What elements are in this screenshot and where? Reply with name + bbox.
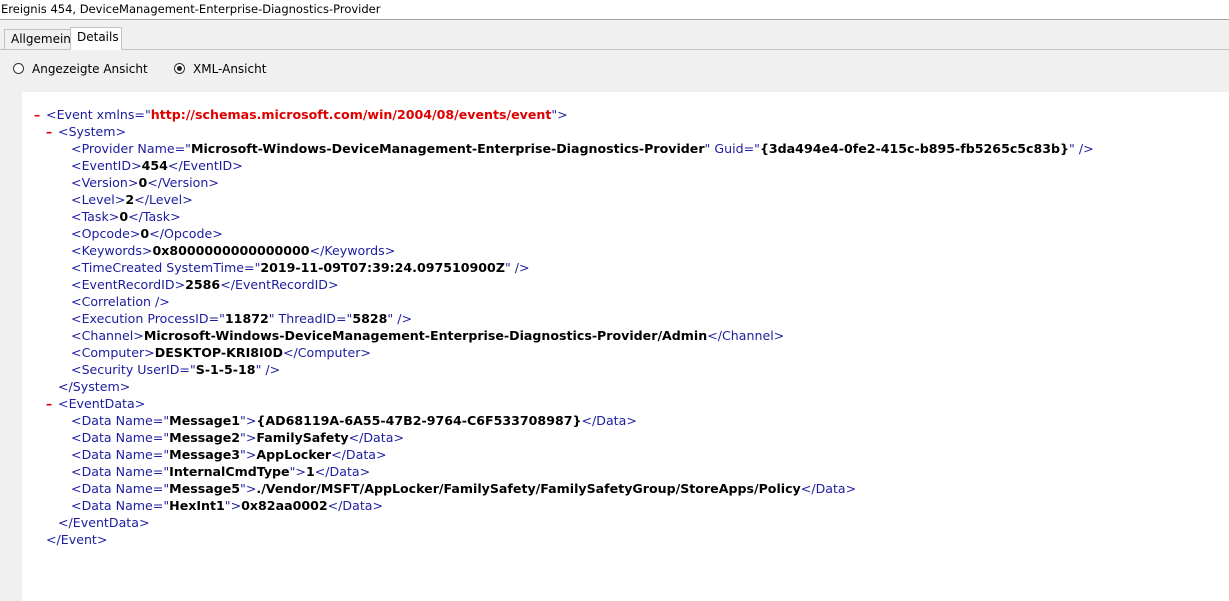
xml-eventdata-open[interactable]: – <EventData> [32,395,1222,412]
xml-data-item: <Data Name="Message1">{AD68119A-6A55-47B… [71,413,637,428]
tab-allgemein[interactable]: Allgemein [4,29,71,50]
tab-details[interactable]: Details [70,27,122,50]
data-value: FamilySafety [256,430,349,445]
radio-unselected-icon[interactable] [13,63,24,74]
xml-correlation: <Correlation /> [71,294,170,309]
provider-guid-value: {3da494e4-0fe2-415c-b895-fb5265c5c83b} [759,141,1070,156]
xml-data-item: <Data Name="Message2">FamilySafety</Data… [71,430,404,445]
data-name-value: HexInt1 [169,498,225,513]
xml-eventdata-close: </EventData> [58,515,150,530]
xml-version: <Version>0</Version> [71,175,219,190]
event-record-id-value: 2586 [185,277,221,292]
data-value: AppLocker [256,447,332,462]
version-value: 0 [138,175,148,190]
system-time-value: 2019-11-09T07:39:24.097510900Z [260,260,505,275]
xml-data-item: <Data Name="HexInt1">0x82aa0002</Data> [71,498,384,513]
level-value: 2 [125,192,135,207]
channel-value: Microsoft-Windows-DeviceManagement-Enter… [143,328,708,343]
collapse-icon[interactable]: – [44,395,54,412]
xml-tree: – <Event xmlns="http://schemas.microsoft.… [32,106,1222,548]
xml-eventid: <EventID>454</EventID> [71,158,243,173]
tab-divider [0,49,1229,50]
xml-eventrecordid: <EventRecordID>2586</EventRecordID> [71,277,339,292]
window-titlebar: Ereignis 454, DeviceManagement-Enterpris… [0,0,1229,20]
xml-data-item: <Data Name="InternalCmdType">1</Data> [71,464,371,479]
xml-view-pane[interactable]: – <Event xmlns="http://schemas.microsoft.… [22,92,1229,601]
xml-execution: <Execution ProcessID="11872" ThreadID="5… [71,311,413,326]
data-name-value: Message3 [169,447,241,462]
provider-name-value: Microsoft-Windows-DeviceManagement-Enter… [190,141,705,156]
eventid-value: 454 [141,158,168,173]
xmlns-value: http://schemas.microsoft.com/win/2004/08… [150,107,552,122]
opcode-value: 0 [140,226,150,241]
xml-opcode: <Opcode>0</Opcode> [71,226,223,241]
xml-system-open[interactable]: – <System> [32,123,1222,140]
data-name-value: Message1 [169,413,241,428]
data-value: {AD68119A-6A55-47B2-9764-C6F533708987} [256,413,582,428]
radio-label: Angezeigte Ansicht [32,62,148,76]
radio-label: XML-Ansicht [193,62,267,76]
thread-id-value: 5828 [352,311,388,326]
xml-data-item: <Data Name="Message5">./Vendor/MSFT/AppL… [71,481,857,496]
xml-security: <Security UserID="S-1-5-18" /> [71,362,281,377]
view-mode-selector: Angezeigte Ansicht XML-Ansicht [0,60,1229,80]
task-value: 0 [119,209,129,224]
user-id-value: S-1-5-18 [195,362,256,377]
xml-event-open[interactable]: – <Event xmlns="http://schemas.microsoft.… [32,106,1222,123]
process-id-value: 11872 [224,311,269,326]
xml-task: <Task>0</Task> [71,209,181,224]
xml-keywords: <Keywords>0x8000000000000000</Keywords> [71,243,396,258]
data-name-value: Message2 [169,430,241,445]
collapse-icon[interactable]: – [44,123,54,140]
keywords-value: 0x8000000000000000 [152,243,310,258]
xml-provider: <Provider Name="Microsoft-Windows-Device… [71,141,1094,156]
xml-computer: <Computer>DESKTOP-KRI8I0D</Computer> [71,345,371,360]
xml-timecreated: <TimeCreated SystemTime="2019-11-09T07:3… [71,260,530,275]
window-title: Ereignis 454, DeviceManagement-Enterpris… [1,2,381,16]
collapse-icon[interactable]: – [32,106,42,123]
data-value: ./Vendor/MSFT/AppLocker/FamilySafety/Fam… [256,481,801,496]
xml-event-close: </Event> [46,532,108,547]
xml-channel: <Channel>Microsoft-Windows-DeviceManagem… [71,328,785,343]
radio-selected-icon[interactable] [174,63,185,74]
data-name-value: InternalCmdType [169,464,290,479]
xml-data-item: <Data Name="Message3">AppLocker</Data> [71,447,387,462]
data-value: 0x82aa0002 [241,498,328,513]
computer-value: DESKTOP-KRI8I0D [154,345,283,360]
data-value: 1 [305,464,315,479]
xml-system-close: </System> [58,379,131,394]
xml-level: <Level>2</Level> [71,192,193,207]
data-name-value: Message5 [169,481,241,496]
